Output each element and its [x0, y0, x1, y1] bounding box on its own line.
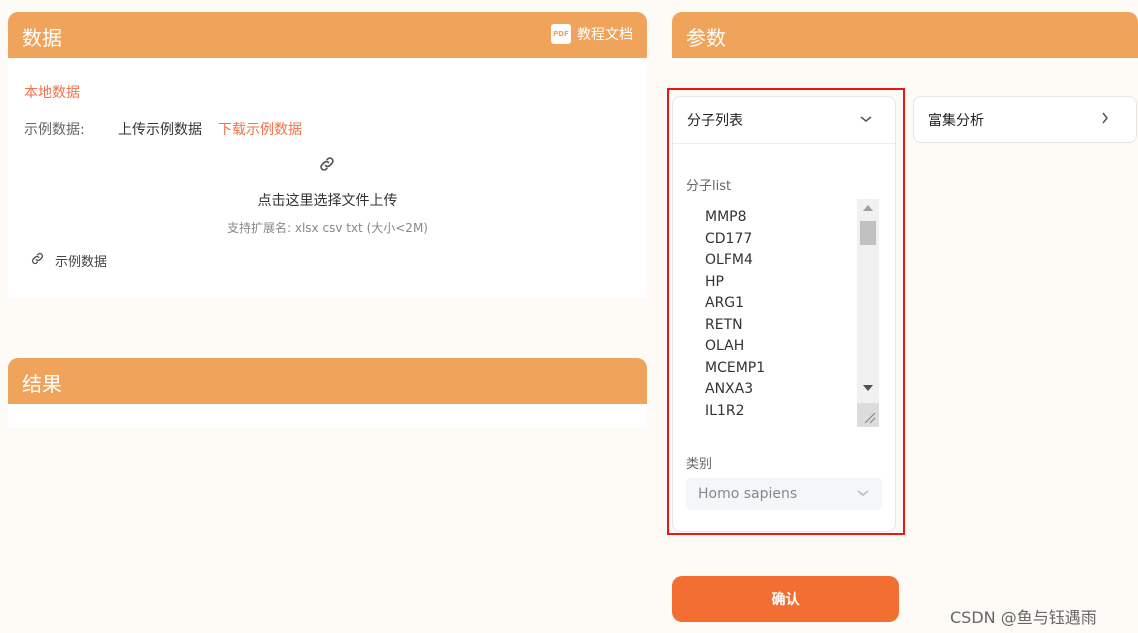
- chevron-right-icon: [1100, 111, 1110, 129]
- molecule-item: ARG1: [705, 295, 745, 311]
- textarea-scrollbar[interactable]: [857, 199, 879, 427]
- tutorial-doc-link[interactable]: PDF 教程文档: [551, 24, 633, 44]
- molecule-list-header[interactable]: 分子列表: [673, 97, 895, 144]
- molecule-item: OLFM4: [705, 252, 753, 268]
- result-panel-header: 结果: [8, 358, 647, 404]
- upload-hint: 支持扩展名: xlsx csv txt (大小<2M): [227, 221, 428, 235]
- resize-handle-icon[interactable]: [857, 403, 879, 427]
- confirm-button[interactable]: 确认: [672, 576, 899, 622]
- chevron-down-icon: [856, 486, 870, 502]
- example-file-link[interactable]: 示例数据: [30, 251, 107, 270]
- scroll-thumb[interactable]: [860, 221, 876, 245]
- molecule-item: ANXA3: [705, 381, 754, 397]
- molecule-list-title: 分子列表: [687, 113, 743, 129]
- molecule-list-textarea[interactable]: MMP8 CD177 OLFM4 HP ARG1 RETN OLAH MCEMP1 ANXA3 I…: [693, 199, 883, 427]
- category-label: 类别: [686, 457, 713, 472]
- link-icon: [30, 251, 45, 270]
- data-panel-header: 数据 PDF 教程文档: [8, 12, 647, 58]
- enrichment-analysis-card[interactable]: 富集分析: [913, 96, 1137, 143]
- param-panel-header: 参数: [672, 12, 1138, 58]
- download-sample-link[interactable]: 下载示例数据: [218, 119, 302, 139]
- example-file-label: 示例数据: [55, 255, 108, 270]
- tutorial-doc-label: 教程文档: [577, 27, 633, 43]
- scroll-up-icon[interactable]: [863, 205, 873, 211]
- sample-data-label: 示例数据:: [24, 122, 85, 138]
- molecule-list-card: 分子列表 分子list MMP8 CD177 OLFM4 HP ARG1 RETN OLAH…: [672, 96, 896, 532]
- link-icon: [318, 155, 336, 178]
- molecule-list-label: 分子list: [686, 179, 732, 194]
- param-panel-title: 参数: [686, 26, 726, 50]
- category-select-value: Homo sapiens: [698, 486, 798, 502]
- molecule-item: OLAH: [705, 338, 745, 354]
- molecule-item: MCEMP1: [705, 359, 766, 376]
- pdf-icon: PDF: [551, 24, 571, 44]
- scroll-down-icon[interactable]: [863, 385, 873, 391]
- molecule-item: IL1R2: [705, 402, 745, 419]
- molecule-item: HP: [705, 273, 724, 290]
- sample-data-row: 示例数据: 上传示例数据 下载示例数据: [24, 119, 302, 139]
- result-panel-title: 结果: [22, 372, 62, 396]
- molecule-item: RETN: [705, 316, 743, 333]
- result-panel: 结果: [8, 358, 647, 428]
- upload-sample-button[interactable]: 上传示例数据: [118, 119, 202, 139]
- molecule-item: MMP8: [705, 209, 747, 225]
- watermark: CSDN @鱼与钰遇雨: [950, 608, 1097, 627]
- local-data-tab[interactable]: 本地数据: [24, 82, 80, 102]
- data-panel-title: 数据: [22, 26, 62, 50]
- enrichment-analysis-title: 富集分析: [928, 112, 984, 129]
- molecule-list-content: MMP8 CD177 OLFM4 HP ARG1 RETN OLAH MCEMP1 ANXA3 I…: [705, 207, 765, 422]
- category-select[interactable]: Homo sapiens: [686, 478, 882, 510]
- chevron-down-icon: [859, 113, 873, 128]
- molecule-item: CD177: [705, 230, 753, 247]
- upload-file-area[interactable]: 点击这里选择文件上传: [8, 190, 647, 210]
- data-panel: 数据 PDF 教程文档 本地数据 示例数据: 上传示例数据 下载示例数据 点击这…: [8, 12, 647, 298]
